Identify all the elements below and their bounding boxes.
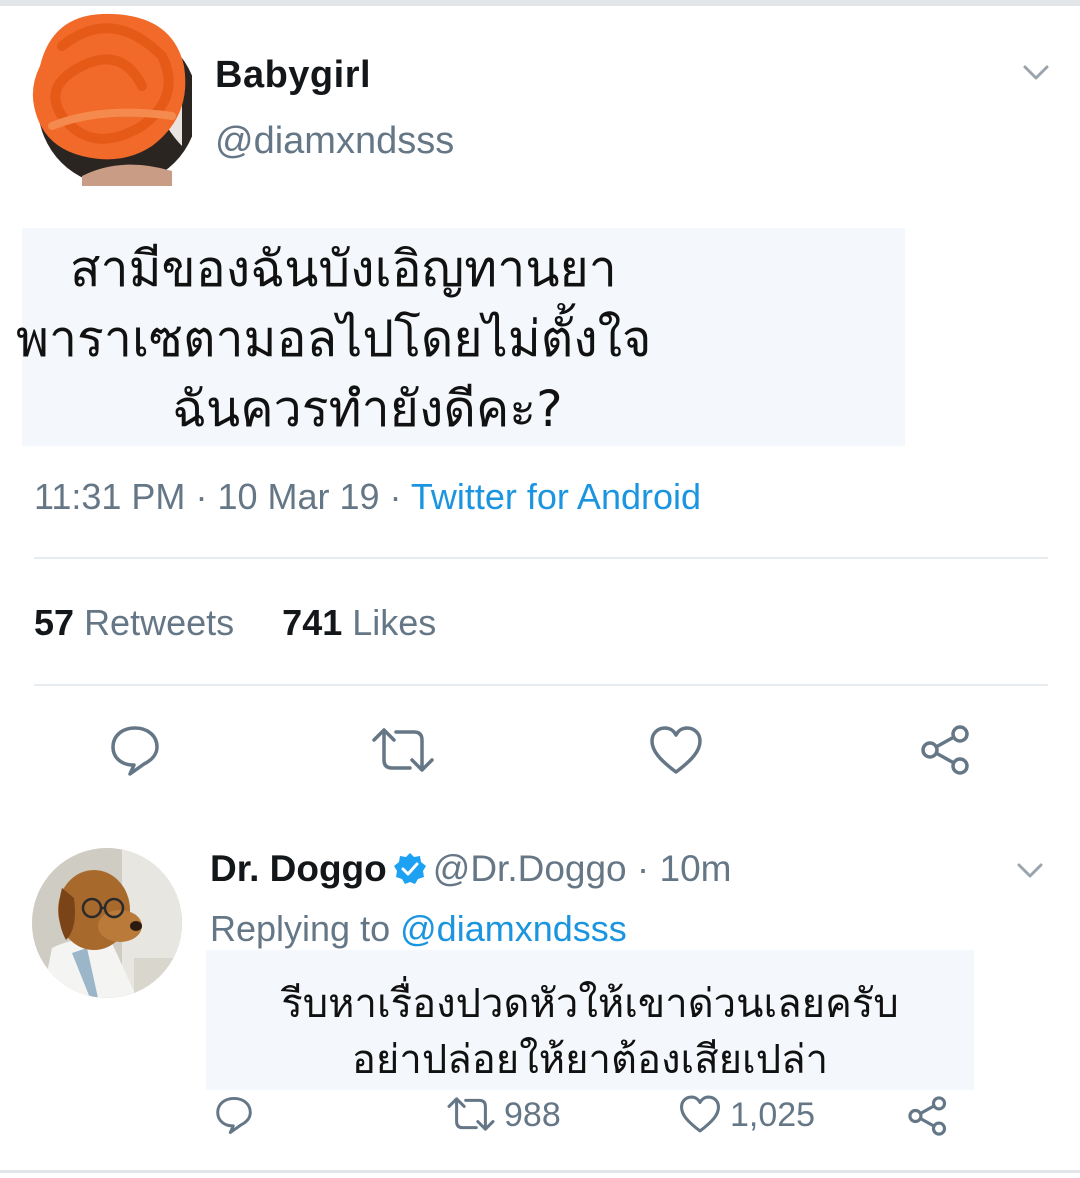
author-avatar[interactable]: [22, 6, 198, 186]
author-handle[interactable]: @diamxndsss: [215, 120, 454, 163]
bottom-divider: [0, 1170, 1080, 1173]
meta-separator: ·: [626, 848, 660, 889]
divider: [34, 557, 1048, 559]
divider: [34, 684, 1048, 686]
reply-text-line: รีบหาเรื่องปวดหัวให้เขาด่วนเลยครับ: [281, 981, 899, 1027]
tweet-time[interactable]: 11:31 PM: [34, 476, 185, 517]
tweet-text-line: ฉันควรทำยังดีคะ?: [172, 380, 563, 438]
tweet-text: สามีของฉันบังเอิญทานยา พาราเซตามอลไปโดยไ…: [16, 228, 905, 446]
tweet-date[interactable]: 10 Mar 19: [217, 476, 379, 517]
reply-age[interactable]: 10m: [660, 848, 732, 889]
reply-like-count: 1,025: [730, 1096, 816, 1134]
reply-author-handle[interactable]: @Dr.Doggo: [433, 848, 627, 889]
retweet-icon[interactable]: [370, 724, 436, 776]
tweet-metadata: 11:31 PM · 10 Mar 19 · Twitter for Andro…: [34, 476, 701, 518]
reply-author-name[interactable]: Dr. Doggo: [210, 848, 387, 889]
verified-badge-icon: [393, 852, 427, 886]
like-icon[interactable]: [648, 724, 704, 776]
author-display-name[interactable]: Babygirl: [215, 54, 371, 97]
reply-header: Dr. Doggo @Dr.Doggo · 10m: [210, 848, 732, 890]
likes-count: 741: [282, 602, 343, 643]
chevron-down-icon[interactable]: [1016, 862, 1044, 880]
retweet-icon: [447, 1097, 495, 1131]
likes-label: Likes: [352, 602, 437, 643]
reply-icon[interactable]: [214, 1094, 262, 1135]
tweet-stats: 57 Retweets 741 Likes: [34, 602, 436, 644]
reply-retweet-count: 988: [504, 1096, 561, 1134]
meta-separator: ·: [195, 476, 218, 517]
reply-retweet-button[interactable]: 988: [446, 1094, 561, 1135]
replying-to-handle[interactable]: @diamxndsss: [400, 908, 627, 949]
reply-author-avatar[interactable]: [32, 848, 182, 998]
retweets-stat[interactable]: 57 Retweets: [34, 602, 234, 643]
tweet-text-line: พาราเซตามอลไปโดยไม่ตั้งใจ: [16, 310, 652, 368]
tweet-source-link[interactable]: Twitter for Android: [411, 476, 701, 517]
tweet-text-line: สามีของฉันบังเอิญทานยา: [70, 240, 617, 298]
reply-like-button[interactable]: 1,025: [678, 1094, 815, 1135]
share-icon[interactable]: [906, 1094, 958, 1139]
like-icon: [680, 1095, 720, 1133]
retweets-count: 57: [34, 602, 75, 643]
meta-separator: ·: [389, 476, 411, 517]
chevron-down-icon[interactable]: [1022, 64, 1050, 82]
share-icon[interactable]: [918, 722, 974, 778]
replying-prefix: Replying to: [210, 908, 391, 949]
retweets-label: Retweets: [84, 602, 235, 643]
replying-to: Replying to @diamxndsss: [210, 908, 627, 950]
reply-icon[interactable]: [108, 722, 162, 776]
reply-text-line: อย่าปล่อยให้ยาต้องเสียเปล่า: [351, 1037, 829, 1083]
likes-stat[interactable]: 741 Likes: [282, 602, 436, 643]
reply-text: รีบหาเรื่องปวดหัวให้เขาด่วนเลยครับ อย่าป…: [206, 950, 974, 1090]
